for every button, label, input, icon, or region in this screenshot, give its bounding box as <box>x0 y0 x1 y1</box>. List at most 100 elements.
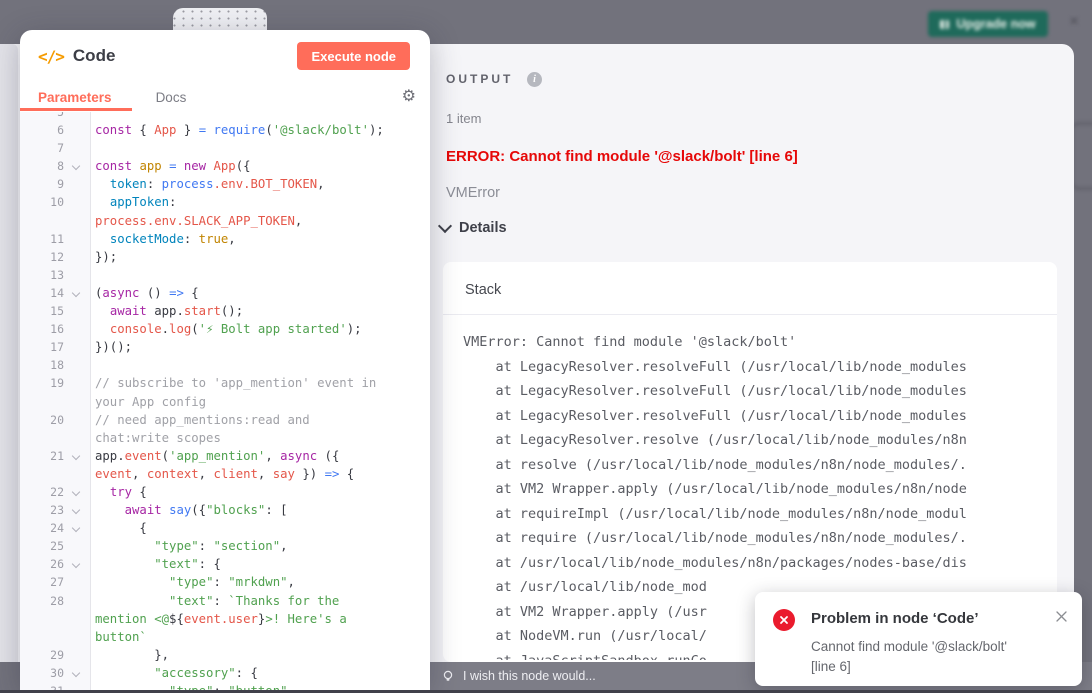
code-line[interactable]: 25 "type": "section", <box>20 537 430 555</box>
line-number <box>20 393 64 411</box>
gutter-spacer <box>64 121 90 139</box>
fold-chevron-icon[interactable] <box>64 157 90 175</box>
close-icon[interactable]: × <box>1064 12 1084 32</box>
stack-trace-line: at LegacyResolver.resolveFull (/usr/loca… <box>463 355 1057 380</box>
line-number: 29 <box>20 646 64 664</box>
line-number <box>20 465 64 483</box>
stack-trace-line: at /usr/local/lib/node_modules/n8n/packa… <box>463 551 1057 576</box>
feedback-placeholder: I wish this node would... <box>463 669 596 683</box>
line-number: 20 <box>20 411 64 429</box>
code-line[interactable]: event, context, client, say }) => { <box>20 465 430 483</box>
code-line[interactable]: 9 token: process.env.BOT_TOKEN, <box>20 175 430 193</box>
code-line[interactable]: 7 <box>20 139 430 157</box>
code-line[interactable]: 6const { App } = require('@slack/bolt'); <box>20 121 430 139</box>
code-text: "type": "section", <box>90 537 288 555</box>
code-text: chat:write scopes <box>90 429 221 447</box>
gutter-spacer <box>64 646 90 664</box>
gutter-spacer <box>64 628 90 646</box>
gutter-spacer <box>64 338 90 356</box>
code-text: try { <box>90 483 147 501</box>
code-line[interactable]: 10 appToken: <box>20 193 430 211</box>
code-line[interactable]: process.env.SLACK_APP_TOKEN, <box>20 212 430 230</box>
code-line[interactable]: 28 "text": `Thanks for the <box>20 592 430 610</box>
code-line[interactable]: 15 await app.start(); <box>20 302 430 320</box>
upgrade-now-button[interactable]: Upgrade now <box>928 11 1048 37</box>
fold-chevron-icon[interactable] <box>64 284 90 302</box>
gutter-spacer <box>64 393 90 411</box>
code-line[interactable]: 19// subscribe to 'app_mention' event in <box>20 374 430 392</box>
code-line[interactable]: 14(async () => { <box>20 284 430 302</box>
code-line[interactable]: 17})(); <box>20 338 430 356</box>
line-number: 24 <box>20 519 64 537</box>
active-tab-underline <box>20 108 132 111</box>
code-line[interactable]: 11 socketMode: true, <box>20 230 430 248</box>
tab-parameters[interactable]: Parameters <box>38 90 112 105</box>
code-text: app.event('app_mention', async ({ <box>90 447 339 465</box>
gutter-spacer <box>64 230 90 248</box>
gutter-spacer <box>64 374 90 392</box>
code-line[interactable]: mention <@${event.user}>! Here's a <box>20 610 430 628</box>
code-line[interactable]: 24 { <box>20 519 430 537</box>
code-line[interactable]: 8const app = new App({ <box>20 157 430 175</box>
code-line[interactable]: 21app.event('app_mention', async ({ <box>20 447 430 465</box>
code-line[interactable]: 13 <box>20 266 430 284</box>
code-line[interactable]: button` <box>20 628 430 646</box>
code-line[interactable]: 5 <box>20 112 430 121</box>
execute-node-button[interactable]: Execute node <box>297 42 410 70</box>
error-toast: Problem in node ‘Code’ Cannot find modul… <box>755 592 1082 686</box>
code-text <box>90 139 95 157</box>
fold-chevron-icon[interactable] <box>64 483 90 501</box>
toast-close-icon[interactable] <box>1055 610 1068 628</box>
stack-trace-line: at resolve (/usr/local/lib/node_modules/… <box>463 453 1057 478</box>
gutter-spacer <box>64 302 90 320</box>
gutter-spacer <box>64 682 90 690</box>
code-line[interactable]: 18 <box>20 356 430 374</box>
code-text: event, context, client, say }) => { <box>90 465 354 483</box>
gutter-spacer <box>64 537 90 555</box>
gutter-spacer <box>64 248 90 266</box>
info-icon[interactable]: i <box>527 72 542 87</box>
stack-trace-line: VMError: Cannot find module '@slack/bolt… <box>463 330 1057 355</box>
gutter-spacer <box>64 429 90 447</box>
code-text: (async () => { <box>90 284 199 302</box>
code-text: appToken: <box>90 193 176 211</box>
line-number: 7 <box>20 139 64 157</box>
code-text: }, <box>90 646 169 664</box>
code-line[interactable]: 30 "accessory": { <box>20 664 430 682</box>
fold-chevron-icon[interactable] <box>64 664 90 682</box>
tab-docs[interactable]: Docs <box>156 90 187 105</box>
code-line[interactable]: your App config <box>20 393 430 411</box>
lightbulb-icon <box>442 670 454 682</box>
code-line[interactable]: 31 "type": "button", <box>20 682 430 690</box>
gutter-spacer <box>64 139 90 157</box>
gutter-spacer <box>64 573 90 591</box>
fold-chevron-icon[interactable] <box>64 519 90 537</box>
code-text: { <box>90 519 147 537</box>
stack-trace-line: at LegacyResolver.resolve (/usr/local/li… <box>463 428 1057 453</box>
fold-chevron-icon[interactable] <box>64 555 90 573</box>
code-line[interactable]: 20// need app_mentions:read and <box>20 411 430 429</box>
code-node-icon: </> <box>38 47 64 66</box>
code-line[interactable]: 26 "text": { <box>20 555 430 573</box>
stack-trace-line: at requireImpl (/usr/local/lib/node_modu… <box>463 502 1057 527</box>
code-line[interactable]: 12}); <box>20 248 430 266</box>
line-number <box>20 212 64 230</box>
fold-chevron-icon[interactable] <box>64 447 90 465</box>
code-lines[interactable]: 56const { App } = require('@slack/bolt')… <box>20 112 430 690</box>
code-text: button` <box>90 628 147 646</box>
line-number: 27 <box>20 573 64 591</box>
code-line[interactable]: 23 await say({"blocks": [ <box>20 501 430 519</box>
line-number <box>20 628 64 646</box>
code-line[interactable]: 29 }, <box>20 646 430 664</box>
code-text: await say({"blocks": [ <box>90 501 288 519</box>
code-line[interactable]: 22 try { <box>20 483 430 501</box>
error-details-toggle[interactable]: Details <box>440 220 507 236</box>
fold-chevron-icon[interactable] <box>64 501 90 519</box>
line-number: 17 <box>20 338 64 356</box>
code-line[interactable]: chat:write scopes <box>20 429 430 447</box>
gear-icon[interactable]: ⚙ <box>402 86 416 106</box>
stack-trace-line: at LegacyResolver.resolveFull (/usr/loca… <box>463 379 1057 404</box>
code-line[interactable]: 16 console.log('⚡ Bolt app started'); <box>20 320 430 338</box>
code-editor[interactable]: 56const { App } = require('@slack/bolt')… <box>20 112 430 690</box>
code-line[interactable]: 27 "type": "mrkdwn", <box>20 573 430 591</box>
